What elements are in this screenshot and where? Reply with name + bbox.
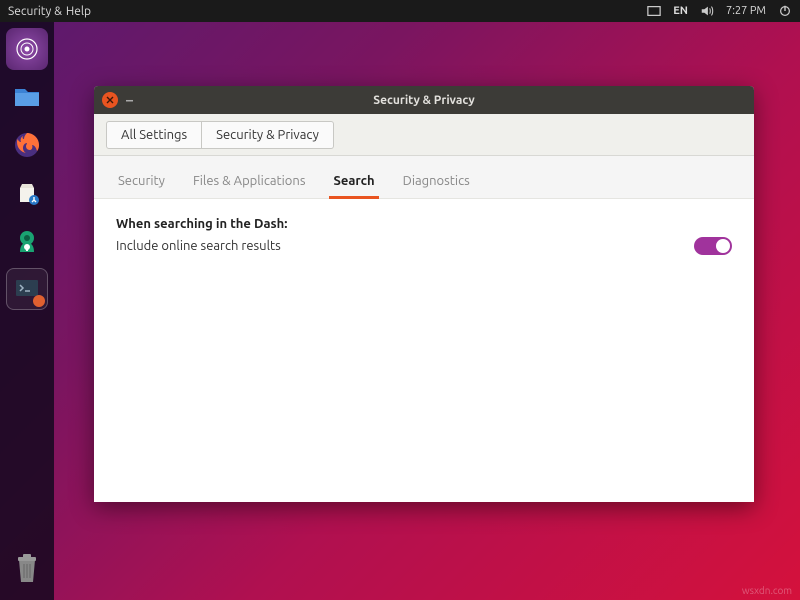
window-titlebar[interactable]: – Security & Privacy bbox=[94, 86, 754, 114]
breadcrumb-all-settings[interactable]: All Settings bbox=[106, 121, 202, 149]
breadcrumb-toolbar: All Settings Security & Privacy bbox=[94, 114, 754, 156]
alert-badge-icon bbox=[33, 295, 45, 307]
settings-window: – Security & Privacy All Settings Securi… bbox=[94, 86, 754, 502]
online-results-toggle[interactable] bbox=[694, 237, 732, 255]
option-label: Include online search results bbox=[116, 239, 694, 253]
firefox-icon[interactable] bbox=[6, 124, 48, 166]
tab-diagnostics[interactable]: Diagnostics bbox=[399, 168, 474, 198]
language-indicator[interactable]: EN bbox=[673, 5, 688, 17]
breadcrumb-current[interactable]: Security & Privacy bbox=[202, 121, 334, 149]
window-title: Security & Privacy bbox=[94, 94, 754, 107]
section-heading: When searching in the Dash: bbox=[116, 217, 732, 231]
tab-content: When searching in the Dash: Include onli… bbox=[94, 199, 754, 502]
watermark: wsxdn.com bbox=[742, 585, 792, 596]
menu-help[interactable]: Help bbox=[66, 5, 91, 18]
menu-security[interactable]: Security & bbox=[8, 5, 62, 18]
option-row-online-results: Include online search results bbox=[116, 237, 732, 255]
minimize-button[interactable]: – bbox=[126, 92, 133, 108]
tab-bar: Security Files & Applications Search Dia… bbox=[94, 156, 754, 199]
settings-wrench-icon[interactable] bbox=[6, 220, 48, 262]
display-indicator-icon[interactable] bbox=[647, 4, 661, 18]
tab-search[interactable]: Search bbox=[329, 168, 378, 198]
tab-security[interactable]: Security bbox=[114, 168, 169, 198]
clock[interactable]: 7:27 PM bbox=[726, 5, 766, 17]
software-icon[interactable] bbox=[6, 172, 48, 214]
unity-launcher bbox=[0, 22, 54, 600]
dash-icon[interactable] bbox=[6, 28, 48, 70]
tab-files-applications[interactable]: Files & Applications bbox=[189, 168, 310, 198]
files-icon[interactable] bbox=[6, 76, 48, 118]
toggle-knob bbox=[716, 239, 730, 253]
trash-icon[interactable] bbox=[6, 548, 48, 590]
close-button[interactable] bbox=[102, 92, 118, 108]
volume-icon[interactable] bbox=[700, 4, 714, 18]
top-menu-bar: Security & Help EN 7:27 PM bbox=[0, 0, 800, 22]
terminal-icon[interactable] bbox=[6, 268, 48, 310]
power-icon[interactable] bbox=[778, 4, 792, 18]
